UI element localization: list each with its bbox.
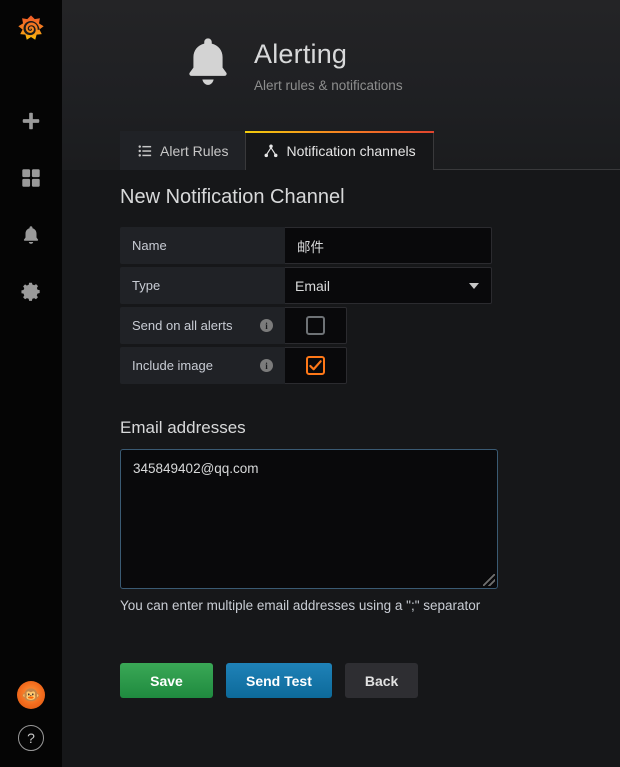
back-button[interactable]: Back — [344, 663, 419, 698]
tab-alert-rules[interactable]: Alert Rules — [120, 131, 246, 170]
type-select[interactable]: Email — [285, 267, 492, 304]
send-on-all-alerts-cell[interactable] — [285, 307, 347, 344]
form-row-type: Type Email — [120, 267, 492, 304]
grafana-alerting-page: 🐵 ? Alerting Alert rules & notifications — [0, 0, 620, 767]
avatar-image: 🐵 — [21, 686, 41, 704]
send-test-button[interactable]: Send Test — [226, 663, 332, 698]
tab-label: Alert Rules — [160, 142, 229, 159]
sidebar-item-create[interactable] — [9, 99, 53, 143]
bell-icon — [23, 226, 39, 244]
gear-icon — [21, 282, 40, 301]
section-title: New Notification Channel — [120, 186, 345, 208]
email-addresses-label: Email addresses — [120, 418, 246, 437]
name-field-wrapper[interactable] — [285, 227, 492, 264]
include-image-label: Include image i — [120, 347, 285, 384]
form-row-name: Name — [120, 227, 492, 264]
sidebar-bottom: 🐵 ? — [17, 681, 45, 751]
avatar[interactable]: 🐵 — [17, 681, 45, 709]
type-label: Type — [120, 267, 285, 304]
include-image-cell[interactable] — [285, 347, 347, 384]
page-header-text: Alerting Alert rules & notifications — [254, 34, 403, 93]
send-on-all-alerts-text: Send on all alerts — [132, 318, 233, 333]
include-image-text: Include image — [132, 358, 213, 373]
check-icon — [309, 360, 322, 371]
main-content: New Notification Channel Name Type Email… — [120, 186, 620, 767]
form-row-include-image: Include image i — [120, 347, 347, 384]
notification-channel-form: Name Type Email Send on all alerts i — [120, 227, 492, 384]
bell-icon — [182, 34, 234, 92]
plus-icon — [22, 112, 40, 130]
page-header-content: Alerting Alert rules & notifications — [182, 34, 403, 93]
email-addresses-box[interactable] — [120, 449, 498, 589]
help-icon[interactable]: ? — [18, 725, 44, 751]
include-image-checkbox[interactable] — [306, 356, 325, 375]
tab-notification-channels[interactable]: Notification channels — [245, 131, 434, 171]
info-icon[interactable]: i — [260, 359, 273, 372]
form-row-send-on-all-alerts: Send on all alerts i — [120, 307, 347, 344]
email-addresses-textarea[interactable] — [121, 450, 497, 588]
sidebar: 🐵 ? — [0, 0, 62, 767]
form-actions: Save Send Test Back — [120, 663, 620, 698]
name-label: Name — [120, 227, 285, 264]
list-icon — [137, 143, 152, 158]
send-on-all-alerts-checkbox[interactable] — [306, 316, 325, 335]
sidebar-nav-items — [0, 99, 62, 314]
sidebar-item-dashboards[interactable] — [9, 156, 53, 200]
send-on-all-alerts-label: Send on all alerts i — [120, 307, 285, 344]
info-icon[interactable]: i — [260, 319, 273, 332]
dashboards-grid-icon — [22, 169, 40, 187]
sidebar-item-configuration[interactable] — [9, 270, 53, 314]
grafana-logo-icon[interactable] — [11, 9, 51, 49]
name-input[interactable] — [295, 237, 481, 254]
email-addresses-block: Email addresses You can enter multiple e… — [120, 418, 500, 613]
tab-label: Notification channels — [286, 142, 416, 159]
page-subtitle: Alert rules & notifications — [254, 77, 403, 93]
type-select-value: Email — [295, 277, 331, 294]
email-addresses-helper: You can enter multiple email addresses u… — [120, 598, 481, 613]
tabbar: Alert Rules Notification channels — [120, 131, 620, 171]
save-button[interactable]: Save — [120, 663, 213, 698]
page-title: Alerting — [254, 39, 348, 69]
chevron-down-icon — [469, 282, 479, 289]
sidebar-item-alerting[interactable] — [9, 213, 53, 257]
sitemap-icon — [263, 143, 278, 158]
